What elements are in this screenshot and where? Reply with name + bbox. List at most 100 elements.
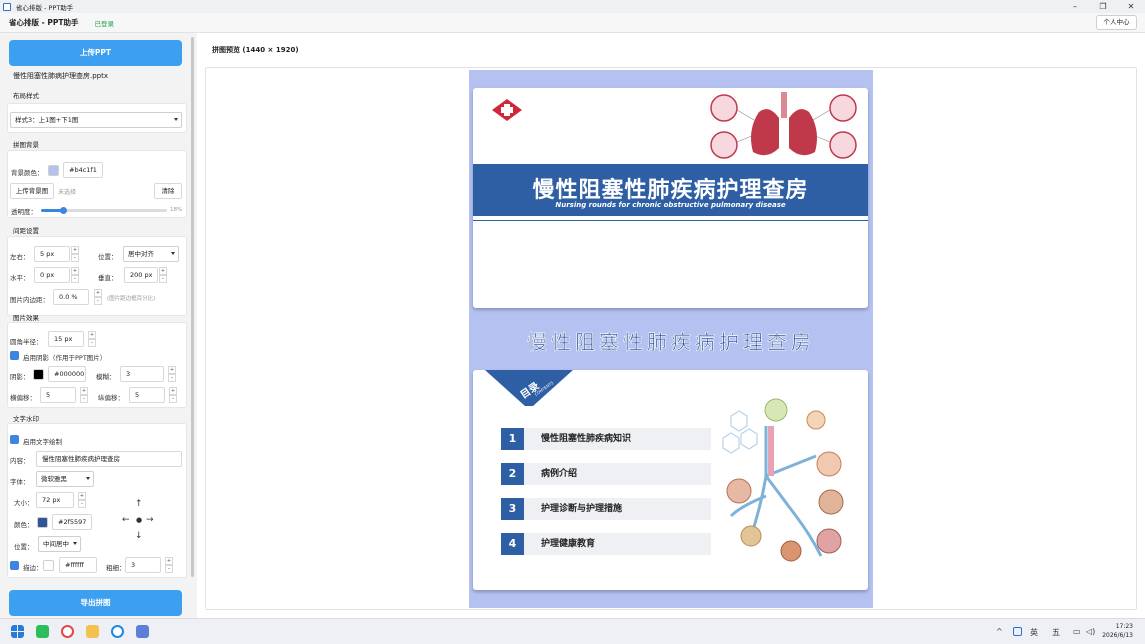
upload-bg-button[interactable]: 上传背景图 xyxy=(10,183,54,199)
layout-select[interactable]: 样式3：上1图+下1图 xyxy=(10,112,182,128)
lr-label: 左右： xyxy=(10,253,30,261)
stroke-color-swatch[interactable] xyxy=(43,560,54,571)
toc-item-3: 3 护理诊断与护理措施 xyxy=(501,498,711,520)
hoffset-stepper[interactable]: + – xyxy=(80,387,88,403)
position-label: 位置： xyxy=(98,253,118,261)
export-button[interactable]: 导出拼图 xyxy=(9,590,182,616)
blur-input[interactable]: 3 xyxy=(120,366,164,382)
font-select-value: 微软雅黑 xyxy=(41,475,67,483)
clock-time: 17:23 xyxy=(1115,623,1133,630)
ime-language[interactable]: 英 xyxy=(1030,627,1038,638)
arrow-left-icon[interactable]: ← xyxy=(122,516,130,525)
window-title: 省心排版 - PPT助手 xyxy=(16,3,74,12)
close-icon[interactable]: ✕ xyxy=(1117,0,1145,13)
user-center-button[interactable]: 个人中心 xyxy=(1096,15,1137,30)
stroke-label: 描边： xyxy=(23,564,43,572)
file-explorer-icon[interactable] xyxy=(86,625,99,638)
hoffset-input[interactable]: 5 xyxy=(40,387,76,403)
security-tray-icon[interactable] xyxy=(1013,627,1022,636)
padding-input[interactable]: 0.0 % xyxy=(53,289,89,305)
chevron-down-icon xyxy=(86,477,90,480)
radius-input[interactable]: 15 px xyxy=(48,331,84,347)
chevron-down-icon xyxy=(171,252,175,255)
toc-item-3-label: 护理诊断与护理措施 xyxy=(541,504,623,514)
section-title-spacing: 间距设置 xyxy=(13,227,39,235)
watermark-content-label: 内容： xyxy=(10,457,30,465)
radius-label: 圆角半径： xyxy=(10,338,43,346)
window-controls: – ❐ ✕ xyxy=(1061,0,1145,13)
blur-stepper[interactable]: + – xyxy=(168,366,176,382)
stroke-checkbox[interactable] xyxy=(10,561,19,570)
slide-1-title: 慢性阻塞性肺疾病护理查房 xyxy=(532,178,809,203)
voffset-input[interactable]: 5 xyxy=(129,387,165,403)
position-select[interactable]: 居中对齐 xyxy=(123,246,179,262)
center-dot-icon[interactable]: ● xyxy=(136,516,142,525)
arrow-down-icon[interactable]: ↓ xyxy=(135,532,143,541)
toc-item-2: 2 病例介绍 xyxy=(501,463,711,485)
watermark-checkbox[interactable] xyxy=(10,435,19,444)
start-windows-icon[interactable] xyxy=(11,625,24,638)
upload-ppt-button[interactable]: 上传PPT xyxy=(9,40,182,66)
preview-title: 拼图预览 (1440 × 1920) xyxy=(212,46,299,54)
vertical-stepper[interactable]: + – xyxy=(159,267,167,283)
opacity-slider-handle[interactable] xyxy=(60,207,68,214)
size-stepper[interactable]: + – xyxy=(78,492,86,508)
bg-color-input[interactable]: #b4c1f1 xyxy=(63,162,103,178)
effects-card: 圆角半径： 15 px + – 启用阴影（作用于PPT图片） 阴影： #00000… xyxy=(7,322,187,408)
horizontal-stepper[interactable]: + – xyxy=(71,267,79,283)
shadow-label: 启用阴影（作用于PPT图片） xyxy=(23,354,107,362)
opacity-label: 透明度： xyxy=(11,208,37,216)
position-select-value: 居中对齐 xyxy=(128,250,154,258)
thickness-input[interactable]: 3 xyxy=(125,557,161,573)
minimize-icon[interactable]: – xyxy=(1061,0,1089,13)
lr-stepper[interactable]: + – xyxy=(71,246,79,262)
shadow-checkbox[interactable] xyxy=(10,351,19,360)
sidebar-scrollbar[interactable] xyxy=(191,37,194,577)
maximize-icon[interactable]: ❐ xyxy=(1089,0,1117,13)
shadow-color-input[interactable]: #000000 xyxy=(48,366,86,382)
toc-item-1: 1 慢性阻塞性肺疾病知识 xyxy=(501,428,711,450)
wm-color-input[interactable]: #2f5597 xyxy=(52,514,92,530)
wm-position-select[interactable]: 中间居中 xyxy=(38,536,81,552)
browser-icon[interactable] xyxy=(111,625,124,638)
slide-1: 慢性阻塞性肺疾病护理查房 Nursing rounds for chronic … xyxy=(473,88,868,308)
thickness-stepper[interactable]: + – xyxy=(165,557,173,573)
radius-stepper[interactable]: + – xyxy=(88,331,96,347)
network-icon[interactable]: ▭ xyxy=(1073,627,1081,636)
chevron-down-icon xyxy=(73,542,77,545)
volume-icon[interactable]: ◁) xyxy=(1086,627,1095,636)
window-titlebar: 省心排版 - PPT助手 – ❐ ✕ xyxy=(0,0,1145,13)
size-input[interactable]: 72 px xyxy=(36,492,74,508)
shadow-color-swatch[interactable] xyxy=(33,369,44,380)
size-label: 大小： xyxy=(14,499,34,507)
app-icon xyxy=(3,2,11,11)
vertical-input[interactable]: 200 px xyxy=(124,267,158,283)
lr-input[interactable]: 5 px xyxy=(34,246,70,262)
toc-item-1-label: 慢性阻塞性肺疾病知识 xyxy=(541,434,632,444)
watermark-content-input[interactable]: 慢性阻塞性肺疾病护理查房 xyxy=(36,451,182,467)
clear-bg-button[interactable]: 清除 xyxy=(154,183,182,199)
toc-item-2-label: 病例介绍 xyxy=(541,469,578,479)
app-header: 省心排版 - PPT助手 已登录 个人中心 xyxy=(0,13,1145,33)
wechat-icon[interactable] xyxy=(36,625,49,638)
toc-item-4-label: 护理健康教育 xyxy=(541,539,596,549)
bg-color-swatch[interactable] xyxy=(48,165,59,176)
ime-mode[interactable]: 五 xyxy=(1052,627,1060,638)
arrow-up-icon[interactable]: ↑ xyxy=(135,500,143,509)
watermark-card: 启用文字绘制 内容： 慢性阻塞性肺疾病护理查房 字体： 微软雅黑 大小： 72 … xyxy=(7,423,187,578)
shadow-color-label: 阴影： xyxy=(10,373,30,381)
stroke-color-input[interactable]: #ffffff xyxy=(59,557,97,573)
arrow-right-icon[interactable]: → xyxy=(146,516,154,525)
font-select[interactable]: 微软雅黑 xyxy=(36,471,94,487)
hoffset-label: 横偏移： xyxy=(10,394,36,402)
ppt-helper-taskbar-icon[interactable] xyxy=(136,625,149,638)
wm-position-value: 中间居中 xyxy=(43,540,69,548)
horizontal-input[interactable]: 0 px xyxy=(34,267,70,283)
wm-color-label: 颜色： xyxy=(14,521,34,529)
app-red-circle-icon[interactable] xyxy=(61,625,74,638)
voffset-stepper[interactable]: + – xyxy=(169,387,177,403)
chevron-up-icon[interactable]: ^ xyxy=(996,627,1003,636)
padding-stepper[interactable]: + – xyxy=(94,289,102,305)
wm-color-swatch[interactable] xyxy=(37,517,48,528)
system-clock[interactable]: 17:23 2026/6/13 xyxy=(1102,622,1133,640)
